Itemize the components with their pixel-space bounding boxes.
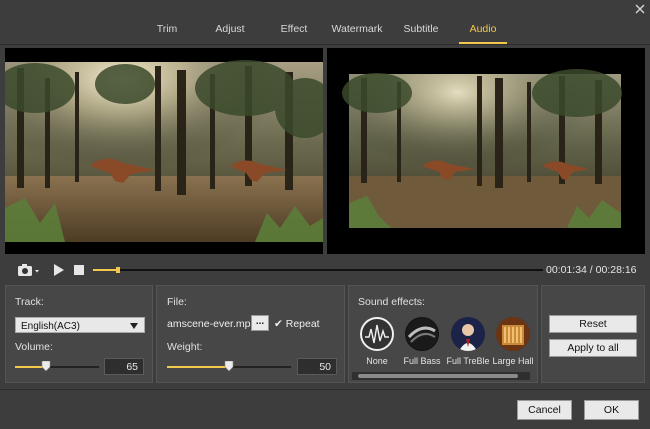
current-time: 00:01:34 [546, 264, 587, 276]
weight-fill [167, 366, 229, 368]
track-select[interactable]: English(AC3) [15, 317, 145, 333]
weight-thumb-icon[interactable] [224, 361, 234, 372]
tab-trim[interactable]: Trim [154, 23, 180, 42]
file-name: amscene-ever.mp3 [167, 318, 257, 330]
track-label: Track: [15, 296, 44, 308]
forest-scene-image [5, 60, 323, 242]
effect-none-label: None [366, 356, 388, 366]
effect-full-bass-label: Full Bass [403, 356, 441, 366]
weight-label: Weight: [167, 341, 203, 353]
play-icon[interactable] [51, 261, 67, 279]
sound-effects-section: Sound effects: None Full Bass Full TreBl… [348, 285, 538, 383]
seek-handle[interactable] [115, 267, 120, 273]
reset-button[interactable]: Reset [549, 315, 637, 333]
weight-value: 50 [319, 361, 331, 373]
tab-subtitle[interactable]: Subtitle [401, 23, 441, 42]
weight-value-box[interactable]: 50 [297, 358, 337, 375]
volume-thumb-icon[interactable] [41, 361, 51, 372]
reset-apply-section: Reset Apply to all [541, 285, 645, 383]
track-section: Track: English(AC3) Volume: 65 [5, 285, 153, 383]
tab-effect-label: Effect [280, 23, 308, 35]
tab-watermark-label: Watermark [331, 23, 383, 35]
playback-bar: 00:01:34 / 00:28:16 [6, 259, 644, 281]
original-preview [5, 48, 323, 254]
tab-trim-label: Trim [156, 23, 178, 35]
tab-effect[interactable]: Effect [278, 23, 310, 42]
effect-full-treble[interactable]: Full TreBle [445, 317, 491, 366]
effects-scrollbar-thumb[interactable] [358, 374, 518, 378]
browse-file-button-label: ... [255, 316, 265, 327]
close-icon[interactable] [633, 2, 647, 16]
repeat-label: Repeat [285, 318, 320, 330]
effect-large-hall[interactable]: Large Hall [490, 317, 536, 366]
bass-icon [405, 317, 439, 351]
waveform-icon [360, 317, 394, 351]
apply-to-all-button[interactable]: Apply to all [549, 339, 637, 357]
checkmark-icon: ✔ [274, 318, 283, 330]
dropdown-arrow-icon [130, 323, 138, 329]
effect-large-hall-label: Large Hall [492, 356, 534, 366]
tab-bar: Trim Adjust Effect Watermark Subtitle Au… [0, 0, 650, 44]
output-preview [327, 48, 645, 254]
total-time: 00:28:16 [595, 264, 637, 276]
footer-divider [0, 389, 650, 390]
weight-slider[interactable] [167, 361, 291, 372]
treble-icon [451, 317, 485, 351]
volume-slider[interactable] [15, 361, 99, 372]
cancel-button[interactable]: Cancel [517, 400, 572, 420]
volume-value-box[interactable]: 65 [104, 358, 144, 375]
file-label: File: [167, 296, 187, 308]
stop-icon[interactable] [72, 261, 86, 279]
volume-value: 65 [126, 361, 138, 373]
effect-full-bass[interactable]: Full Bass [399, 317, 445, 366]
file-section: File: amscene-ever.mp3 ... ✔ Repeat Weig… [156, 285, 345, 383]
forest-scene-image [342, 69, 622, 228]
sound-effects-label: Sound effects: [358, 296, 425, 308]
tab-watermark[interactable]: Watermark [330, 23, 384, 42]
volume-label: Volume: [15, 341, 53, 353]
tab-audio-label: Audio [469, 23, 497, 35]
tab-adjust[interactable]: Adjust [213, 23, 247, 42]
cancel-button-label: Cancel [528, 404, 561, 416]
ok-button-label: OK [603, 404, 620, 416]
tab-subtitle-label: Subtitle [403, 23, 439, 35]
reset-button-label: Reset [579, 318, 607, 330]
effects-scrollbar[interactable] [352, 372, 530, 380]
seek-bar[interactable] [93, 267, 543, 273]
timecode: 00:01:34 / 00:28:16 [546, 264, 637, 276]
snapshot-camera-icon[interactable] [16, 261, 42, 279]
browse-file-button[interactable]: ... [251, 315, 269, 331]
apply-to-all-button-label: Apply to all [567, 342, 619, 354]
repeat-checkbox[interactable]: ✔ Repeat [274, 318, 320, 330]
ok-button[interactable]: OK [584, 400, 639, 420]
tab-divider [0, 44, 650, 45]
tab-audio[interactable]: Audio [459, 23, 507, 44]
effect-none[interactable]: None [354, 317, 400, 366]
track-select-value: English(AC3) [21, 321, 80, 332]
time-separator: / [589, 264, 593, 276]
hall-icon [496, 317, 530, 351]
seek-progress [93, 269, 118, 271]
effect-full-treble-label: Full TreBle [446, 356, 490, 366]
tab-adjust-label: Adjust [215, 23, 245, 35]
